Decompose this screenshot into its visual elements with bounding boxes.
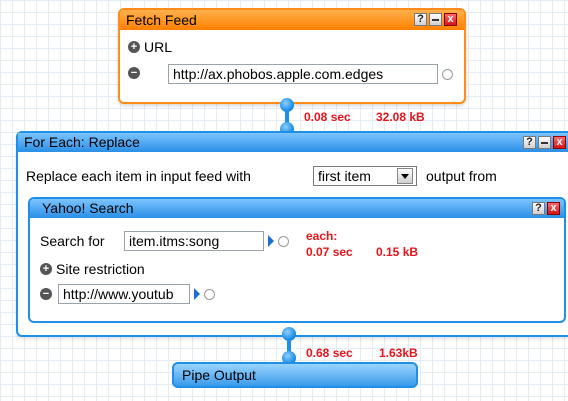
site-restriction-label: Site restriction (56, 261, 145, 277)
close-icon[interactable]: x (553, 136, 566, 149)
yahoo-search-titlebar[interactable]: Yahoo! Search ? x (30, 199, 564, 218)
each-time: 0.07 sec (306, 245, 353, 259)
help-icon[interactable]: ? (523, 136, 536, 149)
minimize-icon[interactable] (538, 136, 551, 149)
pipe-output-module[interactable]: Pipe Output (172, 362, 418, 388)
for-each-replace-module[interactable]: For Each: Replace ? x Replace each item … (16, 131, 568, 337)
url-terminal-port[interactable] (442, 69, 453, 80)
help-icon[interactable]: ? (414, 13, 427, 26)
yahoo-search-title: Yahoo! Search (42, 200, 134, 216)
add-url-icon[interactable]: + (128, 41, 140, 53)
connector-size: 1.63kB (379, 346, 418, 360)
each-size: 0.15 kB (376, 245, 419, 259)
remove-url-icon[interactable]: − (128, 67, 140, 79)
first-item-select[interactable]: first item (313, 166, 417, 186)
search-for-label: Search for (40, 233, 105, 249)
site-terminal-port[interactable] (204, 289, 215, 300)
pipe-connector[interactable] (282, 327, 296, 367)
pipe-output-title: Pipe Output (182, 367, 256, 383)
minimize-icon[interactable] (429, 13, 442, 26)
search-terminal-port[interactable] (278, 236, 289, 247)
close-icon[interactable]: x (444, 13, 457, 26)
help-icon[interactable]: ? (532, 202, 545, 215)
add-site-restriction-icon[interactable]: + (40, 263, 52, 275)
expand-arrow-icon[interactable] (194, 288, 200, 300)
site-restriction-input[interactable]: http://www.youtub (58, 284, 190, 304)
fetch-feed-title: Fetch Feed (126, 12, 197, 28)
close-icon[interactable]: x (547, 202, 560, 215)
each-label: each: (306, 229, 338, 243)
fetch-feed-titlebar[interactable]: Fetch Feed ? x (120, 10, 464, 30)
url-label: URL (144, 39, 173, 55)
fetch-feed-module[interactable]: Fetch Feed ? x + URL − http://ax.phobos.… (118, 8, 466, 104)
output-from-label: output from (426, 168, 497, 184)
yahoo-search-module[interactable]: Yahoo! Search ? x Search for item.itms:s… (28, 197, 566, 323)
search-for-input[interactable]: item.itms:song (124, 231, 264, 251)
expand-arrow-icon[interactable] (268, 235, 274, 247)
chevron-down-icon[interactable] (397, 168, 413, 184)
for-each-title: For Each: Replace (24, 134, 140, 150)
for-each-titlebar[interactable]: For Each: Replace ? x (18, 133, 568, 152)
replace-each-label: Replace each item in input feed with (26, 168, 251, 184)
remove-site-icon[interactable]: − (40, 288, 52, 300)
url-input[interactable]: http://ax.phobos.apple.com.edges (168, 64, 438, 84)
connector-time: 0.68 sec (306, 346, 353, 360)
connector-size: 32.08 kB (376, 110, 425, 124)
connector-time: 0.08 sec (304, 110, 351, 124)
select-value: first item (318, 168, 371, 184)
